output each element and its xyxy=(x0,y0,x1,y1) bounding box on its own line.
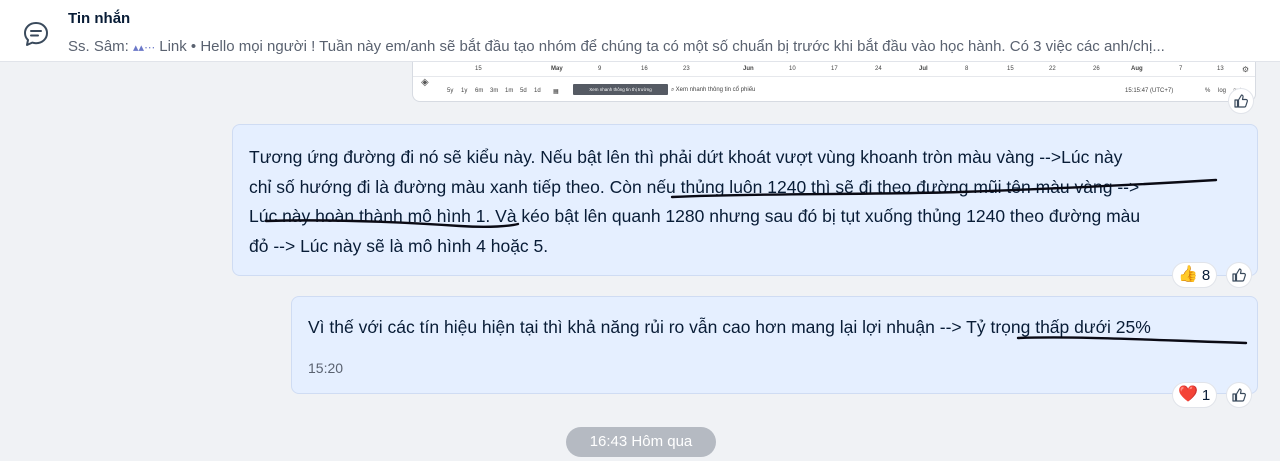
reaction-count: 8 xyxy=(1201,266,1211,284)
reaction-count: 1 xyxy=(1201,386,1211,404)
timeline-label: 15 xyxy=(475,66,482,72)
message-line: Lúc này hoàn thành mô hình 1. Và kéo bật… xyxy=(249,206,1141,226)
conversation-header: Tin nhắn Ss. Sâm: ▴▴⋯ Link • Hello mọi n… xyxy=(0,0,1280,62)
message-bubble[interactable]: Vì thế với các tín hiệu hiện tại thì khả… xyxy=(291,296,1258,394)
like-button[interactable] xyxy=(1226,382,1252,408)
reaction-summary[interactable]: 👍 8 xyxy=(1172,262,1218,288)
range-option: 5y xyxy=(447,88,454,94)
date-divider: 16:43 Hôm qua xyxy=(566,427,716,457)
timeline-label: 9 xyxy=(598,66,602,72)
thumbs-up-reaction-icon: 👍 xyxy=(1178,266,1198,283)
message-time: 15:20 xyxy=(308,360,344,376)
like-button[interactable] xyxy=(1226,262,1252,288)
thumbs-up-icon xyxy=(1232,388,1246,402)
timeline-label: 7 xyxy=(1179,66,1183,72)
range-option: 1m xyxy=(505,88,514,94)
timeline-label: Aug xyxy=(1131,66,1143,72)
range-option: 6m xyxy=(475,88,484,94)
timeline-label: 26 xyxy=(1093,66,1100,72)
search-icon: ⌕ xyxy=(671,87,675,93)
reaction-summary[interactable]: ❤️ 1 xyxy=(1172,382,1218,408)
scale-option: log xyxy=(1218,88,1227,94)
timeline-label: 13 xyxy=(1217,66,1224,72)
timeline-label: 16 xyxy=(641,66,648,72)
message-text: Tương ứng đường đi nó sẽ kiểu này. Nếu b… xyxy=(249,143,1239,261)
range-option: 1d xyxy=(534,88,541,94)
stock-search-box: ⌕ Xem nhanh thông tin cổ phiếu xyxy=(671,84,755,96)
preview-text: Link • Hello mọi người ! Tuần này em/anh… xyxy=(155,38,1165,55)
range-option: 1y xyxy=(461,88,468,94)
timeline-label: 10 xyxy=(789,66,796,72)
link-thumbnail-icon: ▴▴⋯ xyxy=(133,42,156,54)
preview-sender: Ss. Sâm: xyxy=(68,38,129,55)
header-title: Tin nhắn xyxy=(68,10,131,27)
scale-option: % xyxy=(1205,88,1211,94)
calendar-icon: ▦ xyxy=(553,89,559,95)
timeline-label: May xyxy=(551,66,563,72)
chart-clock: 15:15:47 (UTC+7) xyxy=(1125,88,1174,94)
timeline-label: 24 xyxy=(875,66,882,72)
thumbs-up-icon xyxy=(1232,268,1246,282)
timeline-label: 22 xyxy=(1049,66,1056,72)
like-button[interactable] xyxy=(1228,88,1254,114)
timeline-label: 15 xyxy=(1007,66,1014,72)
message-line: chỉ số hướng đi là đường màu xanh tiếp t… xyxy=(249,176,1140,197)
range-option: 5d xyxy=(520,88,527,94)
message-line: đỏ --> Lúc này sẽ là mô hình 4 hoặc 5. xyxy=(249,235,549,256)
timeline-label: 8 xyxy=(965,66,969,72)
heart-reaction-icon: ❤️ xyxy=(1178,386,1198,403)
search-placeholder: Xem nhanh thông tin cổ phiếu xyxy=(675,87,756,93)
chart-timeline: 15 May 9 16 23 Jun 10 17 24 Jul 8 15 22 … xyxy=(413,62,1255,77)
chart-toolbar: 5y 1y 6m 3m 1m 5d 1d ▦ Xem nhanh thông t… xyxy=(413,80,1255,100)
message-line: Tương ứng đường đi nó sẽ kiểu này. Nếu b… xyxy=(249,147,1123,167)
timeline-label: 23 xyxy=(683,66,690,72)
market-overview-button: Xem nhanh thông tin thị trường xyxy=(573,84,668,95)
shared-chart-screenshot[interactable]: 15 May 9 16 23 Jun 10 17 24 Jul 8 15 22 … xyxy=(412,62,1256,102)
timeline-label: Jul xyxy=(919,66,928,72)
thumbs-up-icon xyxy=(1234,94,1248,108)
message-bubble-icon xyxy=(24,22,48,46)
last-message-preview[interactable]: Ss. Sâm: ▴▴⋯ Link • Hello mọi người ! Tu… xyxy=(68,38,1268,55)
settings-gear-icon: ⚙ xyxy=(1241,65,1249,74)
message-bubble[interactable]: Tương ứng đường đi nó sẽ kiểu này. Nếu b… xyxy=(232,124,1258,276)
message-text: Vì thế với các tín hiệu hiện tại thì khả… xyxy=(308,317,1151,337)
timeline-label: 17 xyxy=(831,66,838,72)
timeline-label: Jun xyxy=(743,66,754,72)
range-option: 3m xyxy=(490,88,499,94)
